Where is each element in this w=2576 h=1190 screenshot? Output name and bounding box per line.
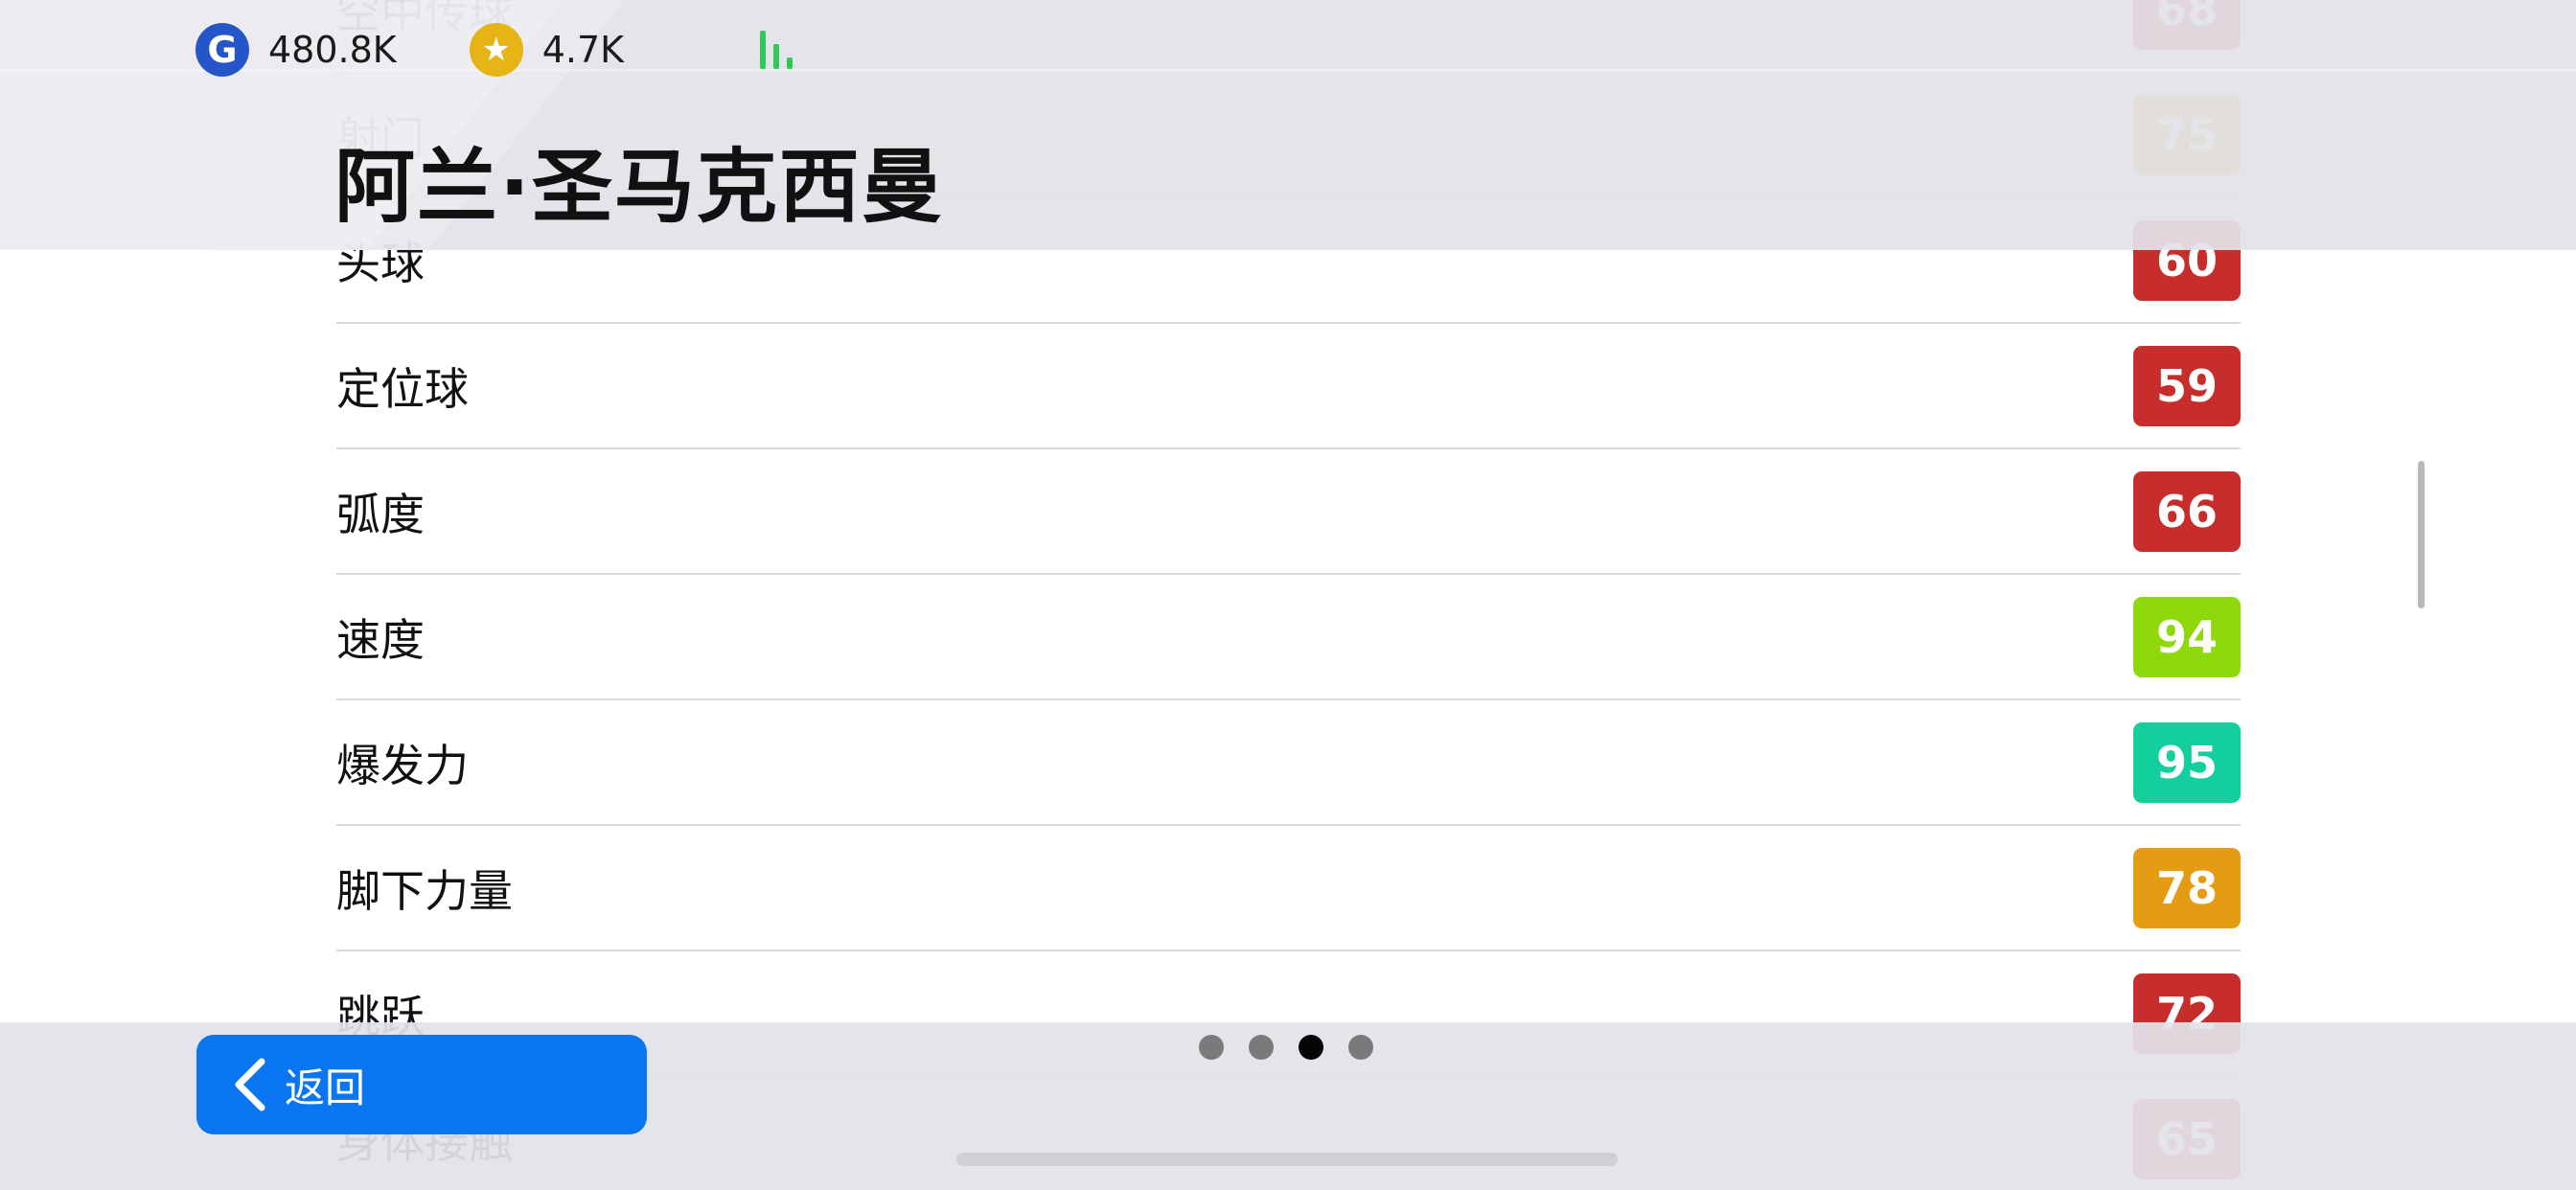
- stat-label: 脚下力量: [336, 864, 513, 917]
- currency-gp: G 480.8K: [196, 23, 397, 77]
- stat-value-badge: 59: [2133, 345, 2241, 426]
- player-stats-screen: 空中传球68射门75头球60定位球59弧度66速度94爆发力95脚下力量78跳跃…: [0, 0, 2576, 1190]
- back-button-label: 返回: [285, 1064, 366, 1111]
- stat-row: 定位球 59: [336, 324, 2241, 449]
- star-coin-icon: ★: [469, 23, 523, 77]
- header: G 480.8K ★ 4.7K 阿兰·圣马克西曼: [0, 0, 2576, 250]
- page-dot[interactable]: [1249, 1035, 1274, 1060]
- currency-bar: G 480.8K ★ 4.7K: [196, 21, 802, 79]
- stat-row: 速度 94: [336, 575, 2241, 700]
- signal-icon: [760, 31, 802, 69]
- page-dot[interactable]: [1299, 1035, 1323, 1060]
- page-dot[interactable]: [1348, 1035, 1373, 1060]
- chevron-left-icon: [235, 1058, 265, 1111]
- stat-value-badge: 78: [2133, 847, 2241, 928]
- stat-label: 爆发力: [336, 739, 469, 791]
- footer: 返回: [0, 1022, 2576, 1190]
- stat-row: 爆发力 95: [336, 700, 2241, 826]
- stat-value-badge: 95: [2133, 721, 2241, 803]
- coin-amount: 4.7K: [541, 29, 625, 71]
- back-button[interactable]: 返回: [196, 1035, 647, 1134]
- scrollbar[interactable]: [2418, 461, 2425, 608]
- stat-value-badge: 94: [2133, 596, 2241, 677]
- page-dot[interactable]: [1199, 1035, 1224, 1060]
- gp-amount: 480.8K: [268, 29, 397, 71]
- currency-coins: ★ 4.7K: [469, 23, 625, 77]
- stat-label: 弧度: [336, 488, 425, 540]
- stat-label: 速度: [336, 613, 425, 666]
- g-coin-icon: G: [196, 23, 249, 77]
- page-indicator: [1199, 1035, 1398, 1060]
- stat-row: 弧度 66: [336, 449, 2241, 575]
- stat-row: 脚下力量 78: [336, 826, 2241, 951]
- home-indicator[interactable]: [956, 1153, 1618, 1166]
- player-name: 阿兰·圣马克西曼: [334, 140, 944, 234]
- stat-label: 定位球: [336, 362, 469, 415]
- stat-value-badge: 66: [2133, 470, 2241, 552]
